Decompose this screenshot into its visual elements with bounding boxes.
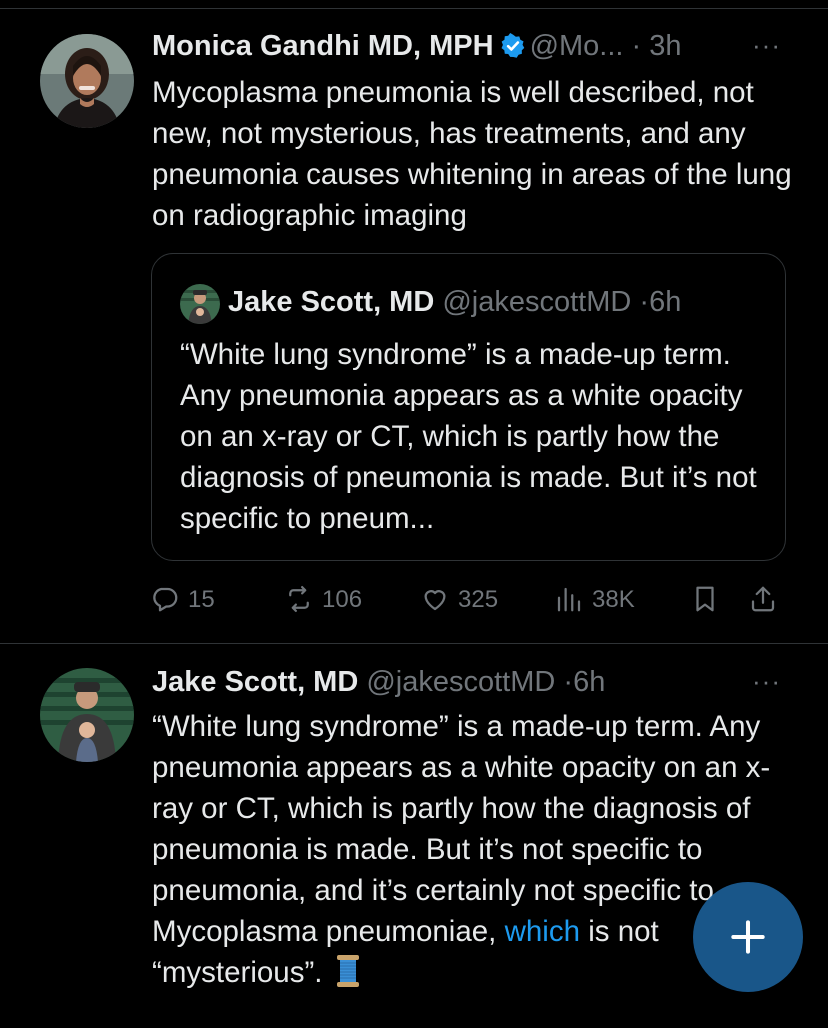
bookmark-icon xyxy=(696,586,714,612)
author-handle[interactable]: @Mo... xyxy=(530,30,624,62)
reply-icon xyxy=(153,587,178,612)
views-count: 38K xyxy=(592,586,635,613)
avatar-photo xyxy=(40,34,134,128)
spool-of-thread-icon xyxy=(336,955,359,987)
author-name[interactable]: Jake Scott, MD xyxy=(152,666,358,698)
share-icon xyxy=(751,586,775,612)
repost-button[interactable]: 106 xyxy=(284,578,362,622)
tweet-text: Mycoplasma pneumonia is well described, … xyxy=(152,76,792,232)
compose-button[interactable] xyxy=(693,882,803,992)
author-name[interactable]: Monica Gandhi MD, MPH xyxy=(152,30,494,62)
quoted-author-handle: @jakescottMD xyxy=(442,286,632,318)
tweet-header: Monica Gandhi MD, MPH @Mo... · 3h xyxy=(152,26,682,66)
quoted-author-name: Jake Scott, MD xyxy=(228,286,435,318)
tweet-actions: 15 106 325 38K xyxy=(150,578,790,622)
repost-icon xyxy=(289,586,309,612)
tweet-text-link[interactable]: which xyxy=(505,915,580,948)
more-options-icon[interactable]: ··· xyxy=(752,30,781,61)
tweet-text-main: “White lung syndrome” is a made-up term.… xyxy=(152,710,771,948)
like-button[interactable]: 325 xyxy=(420,578,498,622)
quoted-tweet[interactable]: Jake Scott, MD @jakescottMD ·6h “White l… xyxy=(151,253,786,561)
separator-dot: · xyxy=(631,30,642,62)
views-icon xyxy=(557,587,581,612)
quoted-text: “White lung syndrome” is a made-up term.… xyxy=(180,338,757,535)
like-count: 325 xyxy=(458,586,499,613)
share-button[interactable] xyxy=(748,578,786,622)
more-options-icon[interactable]: ··· xyxy=(752,666,781,697)
author-handle[interactable]: @jakescottMD xyxy=(366,666,555,698)
tweet-monica-gandhi[interactable]: Monica Gandhi MD, MPH @Mo... · 3h ··· My… xyxy=(0,0,828,643)
views-button[interactable]: 38K xyxy=(554,578,635,622)
avatar[interactable] xyxy=(40,668,134,762)
quoted-timestamp: 6h xyxy=(649,286,682,318)
timestamp[interactable]: 6h xyxy=(573,666,605,698)
quoted-avatar xyxy=(180,284,220,324)
next-actions-peek xyxy=(150,1008,790,1028)
separator-dot: · xyxy=(563,666,574,698)
reply-button[interactable]: 15 xyxy=(150,578,215,622)
tweet-header: Jake Scott, MD @jakescottMD ·6h xyxy=(152,662,605,702)
quoted-header: Jake Scott, MD @jakescottMD ·6h xyxy=(228,282,681,322)
reply-count: 15 xyxy=(188,586,215,613)
repost-count: 106 xyxy=(322,586,363,613)
timestamp[interactable]: 3h xyxy=(649,30,681,62)
avatar-photo xyxy=(40,668,134,762)
plus-icon xyxy=(731,920,765,954)
quoted-avatar-photo xyxy=(180,284,220,324)
quoted-separator-dot: · xyxy=(639,286,650,318)
heart-icon xyxy=(424,590,446,611)
bookmark-button[interactable] xyxy=(690,578,728,622)
verified-badge-icon xyxy=(501,33,524,58)
avatar[interactable] xyxy=(40,34,134,128)
